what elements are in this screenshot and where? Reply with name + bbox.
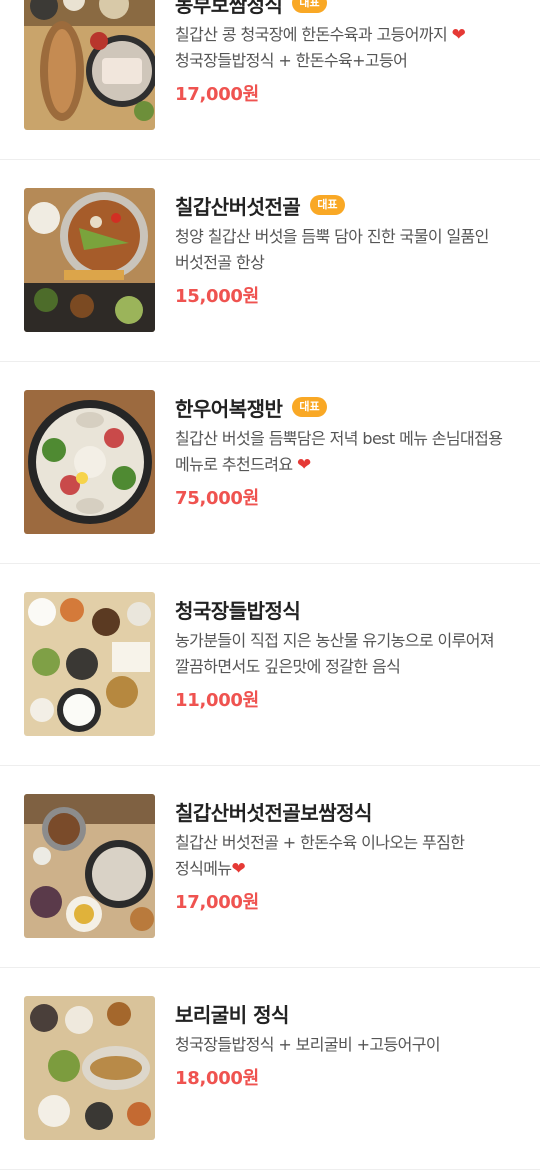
description-text: 청양 칠갑산 버섯을 듬뿍 담아 진한 국물이 일품인 버섯전골 한상 — [175, 227, 489, 272]
description-text-2: 청국장들밥정식 + 한돈수육+고등어 — [175, 51, 408, 70]
menu-description: 칠갑산 콩 청국장에 한돈수육과 고등어까지 ❤ 청국장들밥정식 + 한돈수육+… — [175, 22, 520, 74]
menu-title: 청국장들밥정식 — [175, 598, 301, 623]
description-text: 청국장들밥정식 + 보리굴비 +고등어구이 — [175, 1035, 441, 1054]
menu-list: 농부보쌈정식 대표 칠갑산 콩 청국장에 한돈수육과 고등어까지 ❤ 청국장들밥… — [0, 0, 540, 1170]
menu-description: 청양 칠갑산 버섯을 듬뿍 담아 진한 국물이 일품인 버섯전골 한상 — [175, 224, 520, 276]
heart-icon: ❤ — [231, 859, 246, 879]
menu-title: 한우어복쟁반 — [175, 396, 283, 421]
food-photo-icon[interactable] — [24, 390, 155, 534]
featured-badge: 대표 — [292, 397, 327, 417]
menu-description: 농가분들이 직접 지은 농산물 유기농으로 이루어져 깔끔하면서도 깊은맛에 정… — [175, 628, 520, 680]
menu-description: 청국장들밥정식 + 보리굴비 +고등어구이 — [175, 1032, 520, 1058]
heart-icon: ❤ — [451, 25, 466, 45]
menu-item[interactable]: 농부보쌈정식 대표 칠갑산 콩 청국장에 한돈수육과 고등어까지 ❤ 청국장들밥… — [0, 0, 540, 160]
menu-item[interactable]: 칠갑산버섯전골 대표 청양 칠갑산 버섯을 듬뿍 담아 진한 국물이 일품인 버… — [0, 160, 540, 362]
featured-badge: 대표 — [310, 195, 345, 215]
menu-info: 보리굴비 정식 청국장들밥정식 + 보리굴비 +고등어구이 18,000원 — [175, 998, 520, 1090]
menu-item[interactable]: 칠갑산버섯전골보쌈정식 칠갑산 버섯전골 + 한돈수육 이나오는 푸짐한 정식메… — [0, 766, 540, 968]
food-photo-icon[interactable] — [24, 592, 155, 736]
menu-info: 칠갑산버섯전골 대표 청양 칠갑산 버섯을 듬뿍 담아 진한 국물이 일품인 버… — [175, 190, 520, 308]
menu-price: 75,000원 — [175, 488, 259, 509]
menu-title: 칠갑산버섯전골 — [175, 194, 301, 219]
menu-title: 칠갑산버섯전골보쌈정식 — [175, 800, 372, 825]
food-photo-icon[interactable] — [24, 794, 155, 938]
menu-price: 15,000원 — [175, 286, 259, 307]
menu-item[interactable]: 청국장들밥정식 농가분들이 직접 지은 농산물 유기농으로 이루어져 깔끔하면서… — [0, 564, 540, 766]
food-photo-icon[interactable] — [24, 0, 155, 130]
featured-badge: 대표 — [292, 0, 327, 13]
food-photo-icon[interactable] — [24, 996, 155, 1140]
menu-item[interactable]: 보리굴비 정식 청국장들밥정식 + 보리굴비 +고등어구이 18,000원 — [0, 968, 540, 1170]
menu-title: 농부보쌈정식 — [175, 0, 283, 17]
menu-description: 칠갑산 버섯을 듬뿍담은 저녁 best 메뉴 손님대접용 메뉴로 추천드려요 … — [175, 426, 520, 478]
description-text: 칠갑산 버섯을 듬뿍담은 저녁 best 메뉴 손님대접용 메뉴로 추천드려요 — [175, 429, 503, 474]
heart-icon: ❤ — [296, 455, 311, 475]
menu-price: 17,000원 — [175, 84, 259, 105]
menu-info: 농부보쌈정식 대표 칠갑산 콩 청국장에 한돈수육과 고등어까지 ❤ 청국장들밥… — [175, 0, 520, 106]
description-text: 칠갑산 콩 청국장에 한돈수육과 고등어까지 — [175, 25, 448, 44]
menu-info: 청국장들밥정식 농가분들이 직접 지은 농산물 유기농으로 이루어져 깔끔하면서… — [175, 594, 520, 712]
menu-info: 한우어복쟁반 대표 칠갑산 버섯을 듬뿍담은 저녁 best 메뉴 손님대접용 … — [175, 392, 520, 510]
menu-description: 칠갑산 버섯전골 + 한돈수육 이나오는 푸짐한 정식메뉴❤ — [175, 830, 520, 882]
menu-price: 18,000원 — [175, 1068, 259, 1089]
food-photo-icon[interactable] — [24, 188, 155, 332]
menu-item[interactable]: 한우어복쟁반 대표 칠갑산 버섯을 듬뿍담은 저녁 best 메뉴 손님대접용 … — [0, 362, 540, 564]
menu-title: 보리굴비 정식 — [175, 1002, 289, 1027]
description-text: 농가분들이 직접 지은 농산물 유기농으로 이루어져 깔끔하면서도 깊은맛에 정… — [175, 631, 495, 676]
menu-price: 11,000원 — [175, 690, 259, 711]
menu-info: 칠갑산버섯전골보쌈정식 칠갑산 버섯전골 + 한돈수육 이나오는 푸짐한 정식메… — [175, 796, 520, 914]
menu-price: 17,000원 — [175, 892, 259, 913]
description-text: 칠갑산 버섯전골 + 한돈수육 이나오는 푸짐한 정식메뉴 — [175, 833, 465, 878]
